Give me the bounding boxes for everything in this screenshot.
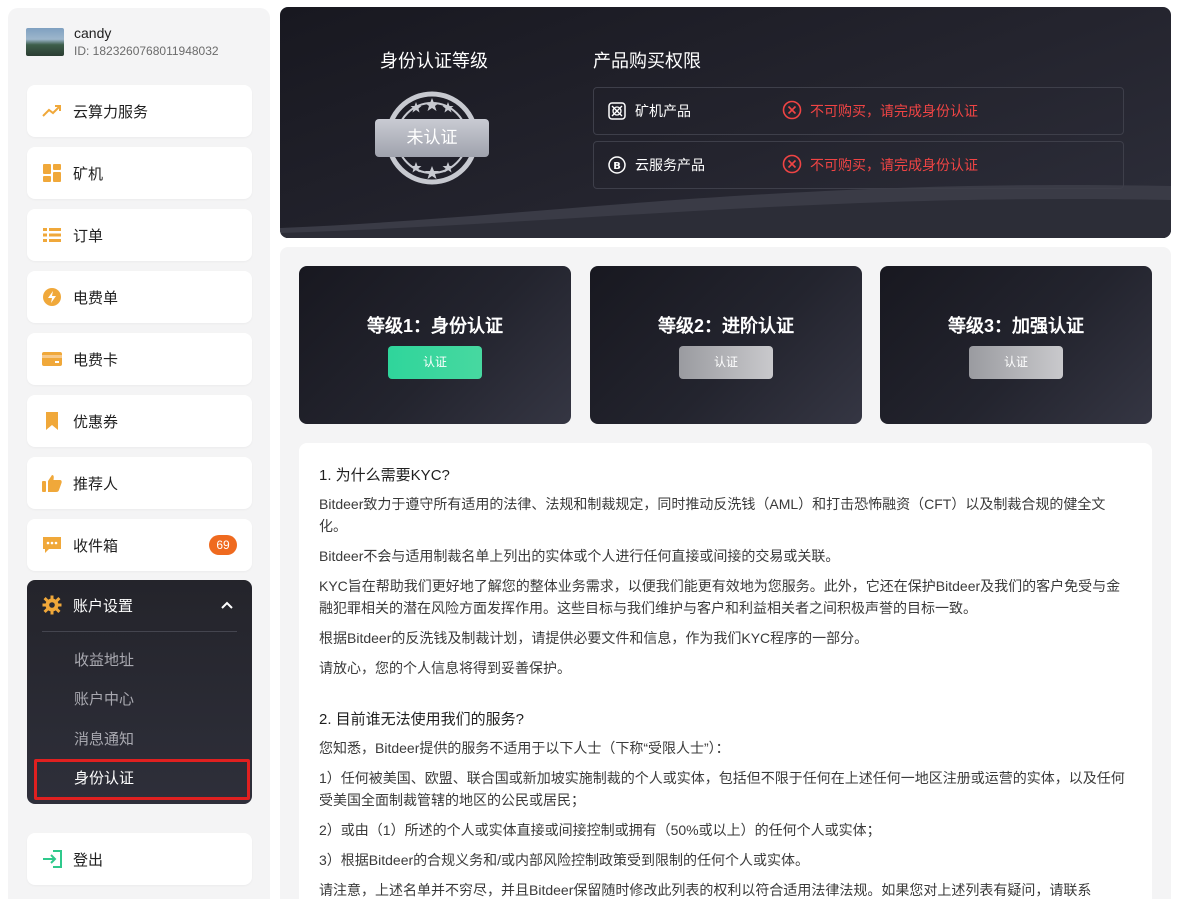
account-settings-panel: 账户设置 收益地址 账户中心 消息通知 身份认证 <box>27 580 252 804</box>
message-icon <box>42 535 62 555</box>
level-card-3: 等级3：加强认证 认证 <box>880 266 1152 424</box>
account-settings-label: 账户设置 <box>73 597 134 615</box>
permission-status-text: 不可购买，请完成身份认证 <box>810 103 978 119</box>
thumbs-up-icon <box>42 473 62 493</box>
miner-product-icon <box>608 102 626 120</box>
divider <box>42 631 237 632</box>
verify-level-3-button[interactable]: 认证 <box>969 346 1063 379</box>
logout-label: 登出 <box>73 851 104 869</box>
permission-status: 不可购买，请完成身份认证 <box>782 154 978 177</box>
chevron-up-icon <box>220 597 234 615</box>
level-title: 等级1：身份认证 <box>366 316 503 336</box>
permission-row-miners: 矿机产品 不可购买，请完成身份认证 <box>593 87 1124 135</box>
kyc-info-article: 1. 为什么需要KYC? Bitdeer致力于遵守所有适用的法律、法规和制裁规定… <box>299 443 1152 899</box>
permission-row-cloud-service: B 云服务产品 不可购买，请完成身份认证 <box>593 141 1124 189</box>
paragraph: 2）或由（1）所述的个人或实体直接或间接控制或拥有（50%或以上）的任何个人或实… <box>319 822 881 838</box>
sidebar-item-orders[interactable]: 订单 <box>27 209 252 261</box>
account-settings-toggle[interactable]: 账户设置 <box>27 580 252 630</box>
trend-up-icon <box>42 101 62 121</box>
sub-item-notifications[interactable]: 消息通知 <box>74 728 134 749</box>
verification-status-hero: 身份认证等级 产品购买权限 未认证 矿机产品 不可购买，请完成身份认证 B 云服… <box>280 7 1171 238</box>
level-title: 等级3：加强认证 <box>947 316 1084 336</box>
permission-product-name: 矿机产品 <box>635 103 691 119</box>
paragraph: 3）根据Bitdeer的合规义务和/或内部风险控制政策受到限制的任何个人或实体。 <box>319 852 810 868</box>
verification-status-label: 未认证 <box>375 119 489 157</box>
inbox-count-badge: 69 <box>209 535 237 555</box>
permission-status: 不可购买，请完成身份认证 <box>782 100 978 123</box>
level-title: 等级2：进阶认证 <box>657 316 794 336</box>
paragraph: KYC旨在帮助我们更好地了解您的整体业务需求，以便我们能更有效地为您服务。此外，… <box>319 578 1121 616</box>
sidebar-item-label: 收件箱 <box>73 537 119 555</box>
level-card-2: 等级2：进阶认证 认证 <box>590 266 862 424</box>
bookmark-icon <box>42 411 62 431</box>
main-content: 等级1：身份认证 认证 等级2：进阶认证 认证 等级3：加强认证 认证 1. 为… <box>280 247 1171 899</box>
svg-text:B: B <box>613 161 621 172</box>
sidebar-item-inbox[interactable]: 收件箱 69 <box>27 519 252 571</box>
section-title: 1. 为什么需要KYC? <box>319 467 450 484</box>
sidebar-item-label: 推荐人 <box>73 475 119 493</box>
sidebar-item-referrer[interactable]: 推荐人 <box>27 457 252 509</box>
paragraph: 1）任何被美国、欧盟、联合国或新加坡实施制裁的个人或实体，包括但不限于任何在上述… <box>319 770 1125 808</box>
paragraph: 请放心，您的个人信息将得到妥善保护。 <box>319 660 571 676</box>
error-circle-icon <box>782 100 802 123</box>
gear-icon <box>42 595 62 615</box>
list-icon <box>42 225 62 245</box>
purchase-permission-title: 产品购买权限 <box>593 51 701 71</box>
sidebar-item-label: 电费单 <box>73 289 119 307</box>
sidebar-item-label: 优惠券 <box>73 413 119 431</box>
bitcoin-icon: B <box>608 156 626 174</box>
user-profile: candy ID: 1823260768011948032 <box>26 24 219 60</box>
avatar <box>26 28 64 56</box>
sidebar-item-coupons[interactable]: 优惠券 <box>27 395 252 447</box>
sidebar-item-electricity-card[interactable]: 电费卡 <box>27 333 252 385</box>
card-icon <box>42 349 62 369</box>
permission-status-text: 不可购买，请完成身份认证 <box>810 157 978 173</box>
error-circle-icon <box>782 154 802 177</box>
verify-level-2-button[interactable]: 认证 <box>679 346 773 379</box>
section-title: 2. 目前谁无法使用我们的服务? <box>319 711 525 728</box>
grid-icon <box>42 163 62 183</box>
paragraph: 您知悉，Bitdeer提供的服务不适用于以下人士（下称“受限人士”）： <box>319 740 730 756</box>
user-id: ID: 1823260768011948032 <box>74 44 219 58</box>
sidebar: candy ID: 1823260768011948032 云算力服务 矿机 订… <box>8 8 270 899</box>
paragraph: 根据Bitdeer的反洗钱及制裁计划，请提供必要文件和信息，作为我们KYC程序的… <box>319 630 869 646</box>
logout-button[interactable]: 登出 <box>27 833 252 885</box>
sidebar-item-label: 订单 <box>73 227 104 245</box>
paragraph: Bitdeer致力于遵守所有适用的法律、法规和制裁规定，同时推动反洗钱（AML）… <box>319 496 1106 534</box>
sidebar-item-label: 电费卡 <box>73 351 119 369</box>
sub-item-earning-address[interactable]: 收益地址 <box>74 649 134 670</box>
verification-level-title: 身份认证等级 <box>380 51 488 71</box>
paragraph: 请注意，上述名单并不穷尽，并且Bitdeer保留随时修改此列表的权利以符合适用法… <box>319 882 1092 898</box>
sidebar-item-label: 矿机 <box>73 165 104 183</box>
sidebar-item-label: 云算力服务 <box>73 103 149 121</box>
level-card-1: 等级1：身份认证 认证 <box>299 266 571 424</box>
active-highlight-box <box>34 759 250 800</box>
lightning-icon <box>42 287 62 307</box>
verify-level-1-button[interactable]: 认证 <box>388 346 482 379</box>
sub-item-account-center[interactable]: 账户中心 <box>74 688 134 709</box>
sidebar-item-cloud-hashrate[interactable]: 云算力服务 <box>27 85 252 137</box>
sidebar-item-miners[interactable]: 矿机 <box>27 147 252 199</box>
permission-product-name: 云服务产品 <box>635 157 705 173</box>
sidebar-item-electricity-bill[interactable]: 电费单 <box>27 271 252 323</box>
logout-icon <box>42 849 62 869</box>
user-name: candy <box>74 25 112 41</box>
paragraph: Bitdeer不会与适用制裁名单上列出的实体或个人进行任何直接或间接的交易或关联… <box>319 548 840 564</box>
